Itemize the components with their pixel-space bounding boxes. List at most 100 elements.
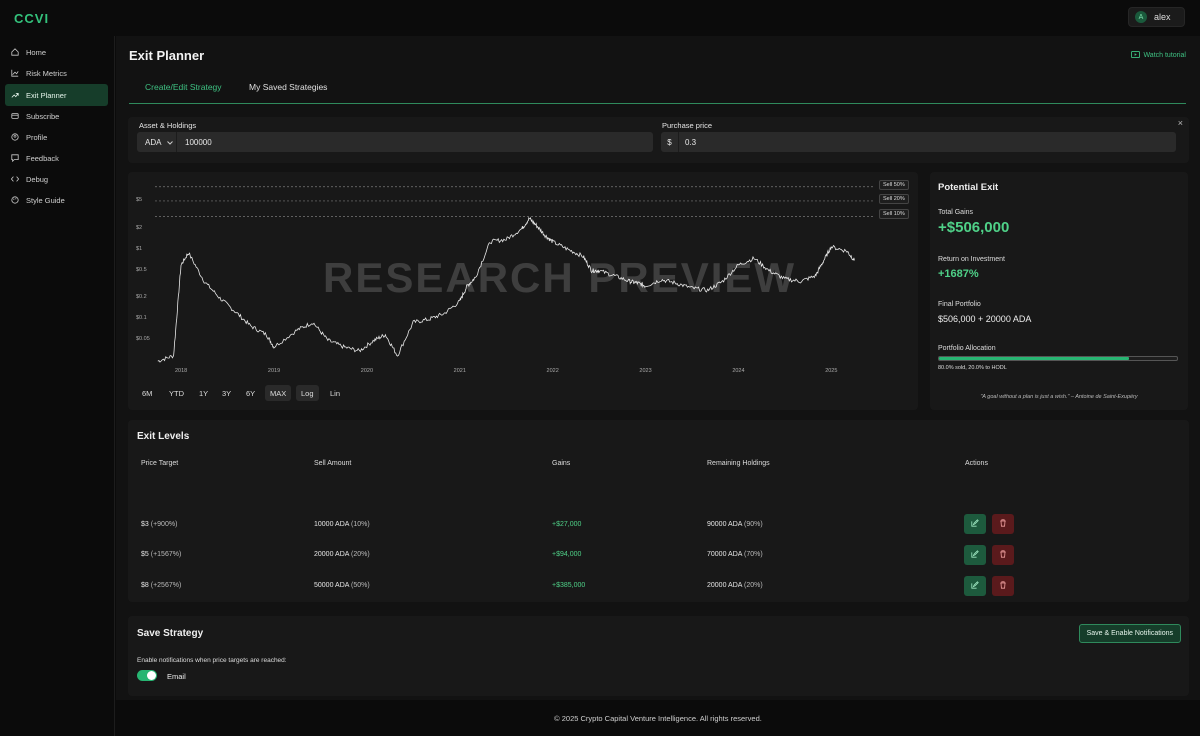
sidebar: Home Risk Metrics Exit Planner Subscribe…: [0, 36, 115, 736]
asset-form: Asset & Holdings ADA Purchase price × $: [128, 117, 1189, 163]
main-content: Exit Planner Watch tutorial Create/Edit …: [116, 36, 1200, 700]
price-target-cell: $5 (+1567%): [141, 551, 182, 558]
sidebar-item-label: Exit Planner: [26, 90, 67, 100]
save-strategy-card: Save Strategy Save & Enable Notification…: [128, 616, 1189, 696]
sidebar-item-subscribe[interactable]: Subscribe: [5, 105, 108, 127]
video-icon: [1131, 51, 1141, 60]
delete-button[interactable]: [992, 576, 1014, 596]
sidebar-item-label: Risk Metrics: [26, 68, 67, 78]
sidebar-item-label: Feedback: [26, 153, 59, 163]
remaining-cell: 20000 ADA (20%): [707, 582, 763, 589]
range-6m-button[interactable]: 6M: [137, 385, 157, 401]
watch-tutorial-link[interactable]: Watch tutorial: [1131, 51, 1186, 60]
toggle-knob: [147, 671, 156, 680]
potential-exit-title: Potential Exit: [938, 182, 999, 193]
user-circle-icon: [11, 133, 19, 141]
edit-icon: [971, 580, 979, 592]
potential-exit-card: Potential Exit Total Gains +$506,000 Ret…: [930, 172, 1188, 410]
edit-button[interactable]: [964, 576, 986, 596]
allocation-progress-fill: [939, 357, 1130, 360]
sell-line-label: Sell 10%: [879, 209, 909, 219]
range-max-button[interactable]: MAX: [265, 385, 292, 401]
notifications-label: Enable notifications when price targets …: [137, 657, 287, 664]
watch-tutorial-label: Watch tutorial: [1143, 52, 1186, 59]
scale-log-button[interactable]: Log: [296, 385, 319, 401]
research-preview-watermark: RESEARCH PREVIEW: [323, 254, 797, 301]
app-logo[interactable]: CCVI: [14, 11, 49, 26]
sidebar-item-label: Style Guide: [26, 195, 65, 205]
holdings-input[interactable]: [177, 137, 653, 147]
sidebar-item-style-guide[interactable]: Style Guide: [5, 189, 108, 211]
remaining-cell: 90000 ADA (90%): [707, 521, 763, 528]
footer: © 2025 Crypto Capital Venture Intelligen…: [554, 714, 762, 723]
column-header: Gains: [552, 460, 571, 467]
sidebar-item-label: Home: [26, 47, 47, 57]
sidebar-item-label: Debug: [26, 174, 49, 184]
save-enable-notifications-button[interactable]: Save & Enable Notifications: [1078, 624, 1181, 643]
purchase-price-label: Purchase price: [662, 121, 713, 130]
tab-create-edit-strategy[interactable]: Create/Edit Strategy: [145, 82, 222, 92]
x-tick-label: 2018: [175, 368, 188, 374]
delete-button[interactable]: [992, 514, 1014, 534]
range-3y-button[interactable]: 3Y: [217, 385, 236, 401]
avatar: A: [1135, 11, 1147, 23]
price-target-cell: $3 (+900%): [141, 521, 178, 528]
gains-cell: +$27,000: [552, 521, 582, 528]
quote: "A goal without a plan is just a wish." …: [980, 394, 1138, 400]
allocation-progress-bar: [938, 356, 1178, 361]
purchase-price-input[interactable]: [679, 137, 1176, 147]
sidebar-item-feedback[interactable]: Feedback: [5, 147, 108, 169]
x-tick-label: 2020: [360, 368, 374, 374]
range-1y-button[interactable]: 1Y: [194, 385, 213, 401]
total-gains-value: +$506,000: [938, 219, 1010, 236]
y-tick-label: $1: [136, 245, 143, 252]
code-icon: [11, 175, 19, 183]
sidebar-item-debug[interactable]: Debug: [5, 168, 108, 190]
email-toggle[interactable]: [137, 670, 157, 681]
price-chart-card: RESEARCH PREVIEW $5 $2 $1 $0.5 $0.2 $0.1 $0.05…: [128, 172, 918, 410]
sell-amount-cell: 20000 ADA (20%): [314, 551, 370, 558]
edit-icon: [971, 549, 979, 561]
remaining-cell: 70000 ADA (70%): [707, 551, 763, 558]
x-tick-label: 2021: [453, 368, 466, 374]
y-tick-label: $0.2: [136, 294, 147, 301]
edit-icon: [971, 518, 979, 530]
sell-line-label: Sell 50%: [879, 180, 909, 190]
tab-my-saved-strategies[interactable]: My Saved Strategies: [249, 82, 327, 92]
close-icon[interactable]: ×: [1178, 118, 1183, 128]
sidebar-item-profile[interactable]: Profile: [5, 126, 108, 148]
y-tick-label: $2: [136, 224, 143, 231]
x-tick-label: 2025: [825, 368, 838, 374]
chevron-down-icon: [167, 138, 174, 147]
edit-button[interactable]: [964, 514, 986, 534]
gains-cell: +$385,000: [552, 582, 586, 589]
final-portfolio-label: Final Portfolio: [938, 301, 981, 308]
edit-button[interactable]: [964, 545, 986, 565]
sidebar-item-home[interactable]: Home: [5, 41, 108, 63]
user-name: alex: [1154, 12, 1171, 22]
portfolio-allocation-label: Portfolio Allocation: [938, 345, 996, 352]
asset-select[interactable]: ADA: [137, 132, 177, 152]
home-icon: [11, 48, 19, 56]
sidebar-item-exit-planner[interactable]: Exit Planner: [5, 84, 108, 106]
asset-select-value: ADA: [145, 137, 162, 147]
range-ytd-button[interactable]: YTD: [164, 385, 189, 401]
purchase-price-field: $: [661, 132, 1176, 152]
trash-icon: [999, 580, 1007, 592]
delete-button[interactable]: [992, 545, 1014, 565]
x-tick-label: 2023: [639, 368, 652, 374]
sidebar-item-label: Subscribe: [26, 111, 60, 121]
sidebar-item-risk-metrics[interactable]: Risk Metrics: [5, 62, 108, 84]
roi-value: +1687%: [938, 268, 979, 280]
y-tick-label: $5: [136, 196, 143, 203]
exit-levels-title: Exit Levels: [137, 431, 190, 442]
scale-lin-button[interactable]: Lin: [325, 385, 345, 401]
user-menu[interactable]: A alex: [1128, 7, 1185, 27]
total-gains-label: Total Gains: [938, 209, 974, 216]
line-chart-icon: [11, 69, 19, 77]
sell-amount-cell: 10000 ADA (10%): [314, 521, 370, 528]
range-6y-button[interactable]: 6Y: [241, 385, 260, 401]
credit-card-icon: [11, 112, 19, 120]
trending-up-icon: [11, 91, 19, 99]
save-strategy-title: Save Strategy: [137, 628, 204, 639]
